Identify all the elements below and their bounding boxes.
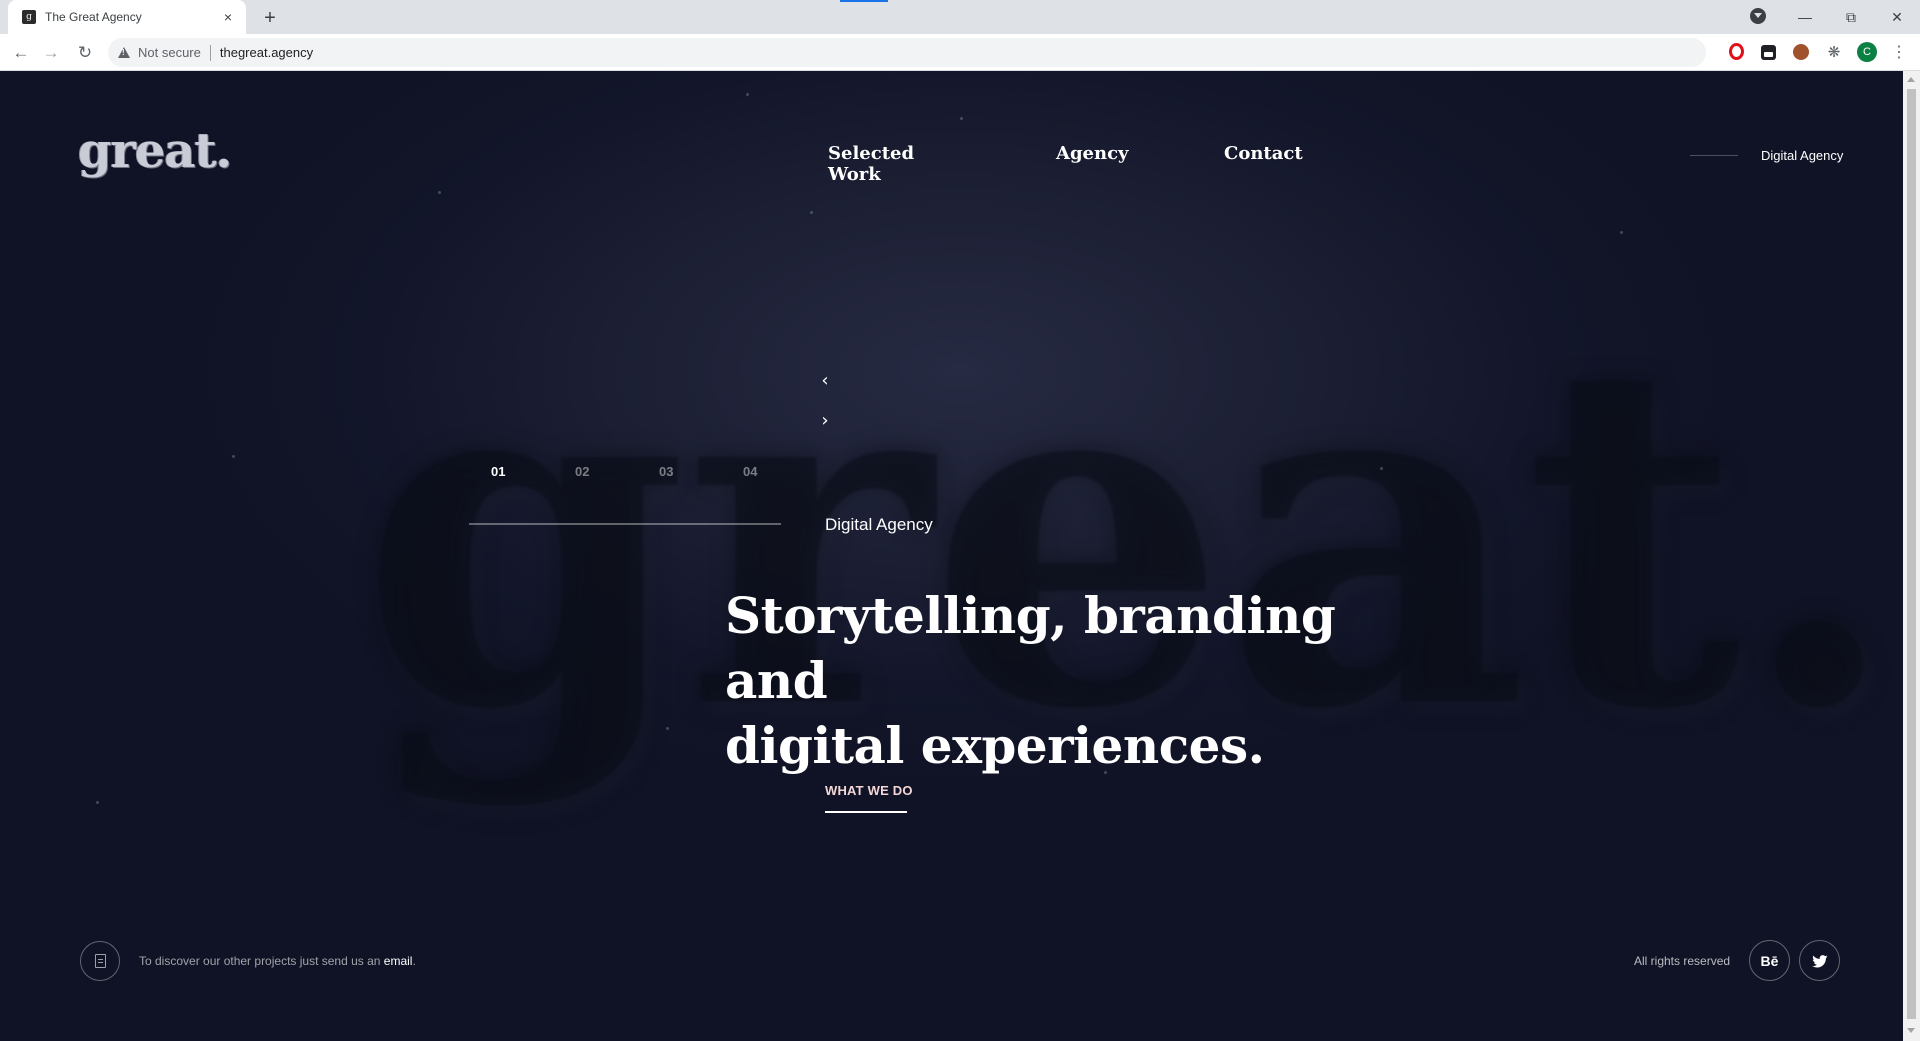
footer-message: To discover our other projects just send…	[139, 954, 416, 968]
headline-line-1: Storytelling, branding and	[725, 586, 1336, 710]
omnibox-separator	[209, 44, 211, 61]
slide-progress-line	[469, 523, 781, 525]
rights-text: All rights reserved	[1634, 954, 1731, 968]
slider-next-chevron-icon[interactable]: ›	[816, 410, 834, 431]
footer-text-suffix: .	[412, 954, 416, 968]
page-scrollbar[interactable]	[1903, 71, 1920, 1041]
particle	[438, 191, 441, 194]
extension-box-icon[interactable]	[1761, 45, 1776, 60]
cookie-icon[interactable]	[1793, 44, 1809, 60]
twitter-icon[interactable]	[1799, 940, 1840, 981]
opera-icon[interactable]	[1729, 43, 1744, 60]
scroll-down-icon[interactable]	[1907, 1028, 1915, 1033]
particle	[1620, 231, 1623, 234]
particle	[746, 93, 749, 96]
browser-toolbar: ← → ↻ Not secure thegreat.agency ☆ ❋ C ⋮	[0, 34, 1920, 71]
nav-selected-work[interactable]: Selected Work	[828, 143, 968, 185]
twitter-bird-shape	[1811, 954, 1828, 967]
puzzle-icon[interactable]: ❋	[1825, 43, 1843, 61]
slide-number-4[interactable]: 04	[743, 464, 757, 479]
nav-contact[interactable]: Contact	[1224, 143, 1314, 164]
particle	[666, 727, 669, 730]
document-icon[interactable]	[80, 941, 120, 981]
address-bar[interactable]: Not secure thegreat.agency ☆	[108, 38, 1808, 67]
scroll-thumb[interactable]	[1907, 89, 1916, 1019]
top-right-label: Digital Agency	[1761, 148, 1844, 163]
nav-agency[interactable]: Agency	[1056, 143, 1136, 164]
new-tab-button[interactable]: +	[258, 6, 282, 30]
url-text[interactable]: thegreat.agency	[220, 45, 313, 60]
close-window-icon[interactable]: ✕	[1874, 0, 1920, 34]
hero-headline: Storytelling, branding and digital exper…	[725, 583, 1425, 778]
back-icon[interactable]: ←	[8, 40, 34, 66]
particle	[232, 455, 235, 458]
site-logo[interactable]: great.	[78, 123, 232, 179]
tab-search-icon[interactable]	[1750, 8, 1766, 24]
behance-icon[interactable]: Bē	[1749, 940, 1790, 981]
tab-title: The Great Agency	[45, 10, 142, 24]
loading-indicator	[840, 0, 888, 2]
reload-icon[interactable]: ↻	[72, 40, 98, 66]
slide-number-1[interactable]: 01	[491, 464, 505, 479]
slide-number-2[interactable]: 02	[575, 464, 589, 479]
document-shape	[94, 954, 106, 968]
cta-underline	[825, 811, 907, 813]
footer-text-prefix: To discover our other projects just send…	[139, 954, 384, 968]
headline-line-2: digital experiences.	[725, 716, 1265, 775]
restore-icon[interactable]: ⧉	[1828, 0, 1874, 34]
scroll-up-icon[interactable]	[1907, 77, 1915, 82]
forward-icon[interactable]: →	[38, 40, 64, 66]
profile-avatar[interactable]: C	[1857, 42, 1877, 62]
particle	[96, 801, 99, 804]
minimize-icon[interactable]: —	[1782, 0, 1828, 34]
site-favicon-icon: g	[22, 10, 36, 24]
particle	[1380, 467, 1383, 470]
top-right-divider	[1690, 155, 1738, 156]
email-link[interactable]: email	[384, 954, 413, 968]
page-viewport: great. great. Selected Work Agency Conta…	[0, 71, 1903, 1041]
particle	[810, 211, 813, 214]
security-status[interactable]: Not secure	[138, 45, 201, 60]
tab-close-icon[interactable]: ×	[220, 9, 236, 25]
particle	[960, 117, 963, 120]
slide-eyebrow: Digital Agency	[825, 515, 933, 534]
browser-tab-bar: g The Great Agency × + — ⧉ ✕	[0, 0, 1920, 34]
slider-prev-chevron-icon[interactable]: ‹	[816, 370, 834, 391]
slide-number-3[interactable]: 03	[659, 464, 673, 479]
menu-dots-icon[interactable]: ⋮	[1890, 43, 1908, 61]
warning-icon	[118, 47, 130, 58]
browser-tab[interactable]: g The Great Agency ×	[8, 0, 246, 34]
what-we-do-link[interactable]: WHAT WE DO	[825, 783, 913, 798]
